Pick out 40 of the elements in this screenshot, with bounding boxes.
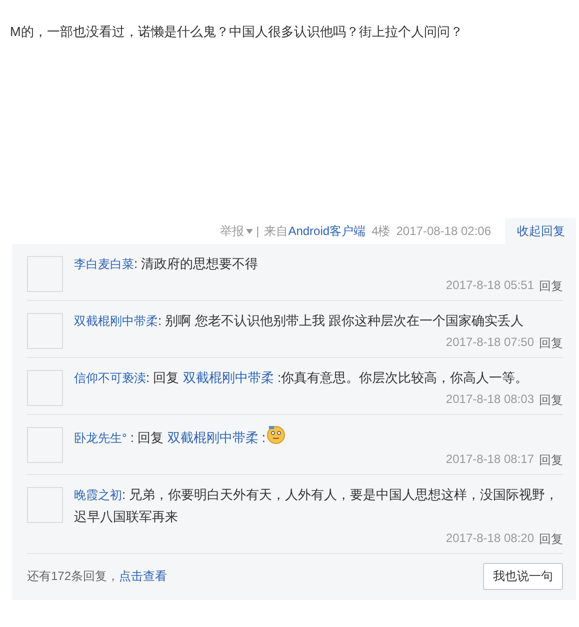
user-name[interactable]: 卧龙先生°: [74, 431, 127, 445]
reply-link[interactable]: 回复: [539, 452, 563, 469]
user-name[interactable]: 李白麦白菜: [74, 257, 134, 271]
reply-time: 2017-8-18 08:03: [446, 392, 534, 408]
avatar[interactable]: [27, 313, 63, 349]
reply-text: 李白麦白菜: 清政府的思想要不得: [74, 255, 260, 273]
reply-time: 2017-8-18 05:51: [446, 278, 534, 294]
more-replies-text: 还有172条回复，: [27, 569, 120, 583]
separator: |: [256, 224, 260, 238]
reply-time: 2017-8-18 07:50: [446, 335, 534, 351]
avatar[interactable]: [27, 370, 63, 406]
source-label: 来自: [264, 222, 288, 240]
view-link[interactable]: 点击查看: [119, 569, 168, 583]
post-time: 2017-08-18 02:06: [396, 224, 491, 238]
reply-text: 卧龙先生° : 回复 双截棍刚中带柔 :: [74, 424, 563, 449]
user-link[interactable]: 双截棍刚中带柔: [167, 430, 258, 445]
avatar[interactable]: [27, 427, 63, 463]
reply-text: 晚霞之初: 兄弟，你要明白天外有天，人外有人，要是中国人思想这样，没国际视野，迟早八国联军再来: [74, 486, 560, 526]
client-link[interactable]: Android客户端: [288, 222, 366, 240]
reply-text: 信仰不可亵渎: 回复 双截棍刚中带柔 :你真有意思。你层次比较高，你高人一等。: [74, 369, 530, 387]
reply-time: 2017-8-18 08:17: [446, 452, 534, 468]
reply-button[interactable]: 我也说一句: [483, 563, 563, 590]
floor-number: 4楼: [372, 222, 390, 240]
reply-link[interactable]: 回复: [539, 278, 563, 295]
caret-icon[interactable]: [246, 228, 254, 234]
user-name[interactable]: 晚霞之初: [74, 488, 122, 502]
reply-text: 双截棍刚中带柔: 别啊 您老不认识他别带上我 跟你这种层次在一个国家确实丢人: [74, 312, 524, 330]
reply-time: 2017-8-18 08:20: [446, 531, 534, 547]
avatar[interactable]: [27, 256, 63, 292]
user-link[interactable]: 双截棍刚中带柔: [182, 370, 274, 385]
collapse-replies-tab[interactable]: 收起回复: [505, 218, 576, 244]
reply-link[interactable]: 回复: [539, 392, 563, 409]
avatar[interactable]: [27, 487, 63, 523]
reply-link[interactable]: 回复: [539, 531, 563, 548]
reply-link[interactable]: 回复: [539, 335, 563, 352]
smiley-icon: [266, 424, 286, 444]
user-name[interactable]: 信仰不可亵渎: [74, 371, 146, 385]
post-text: M的，一部也没看过，诺懒是什么鬼？中国人很多认识他吗？街上拉个人问问？: [10, 23, 464, 41]
user-name[interactable]: 双截棍刚中带柔: [74, 314, 158, 328]
report-link[interactable]: 举报: [220, 222, 244, 240]
